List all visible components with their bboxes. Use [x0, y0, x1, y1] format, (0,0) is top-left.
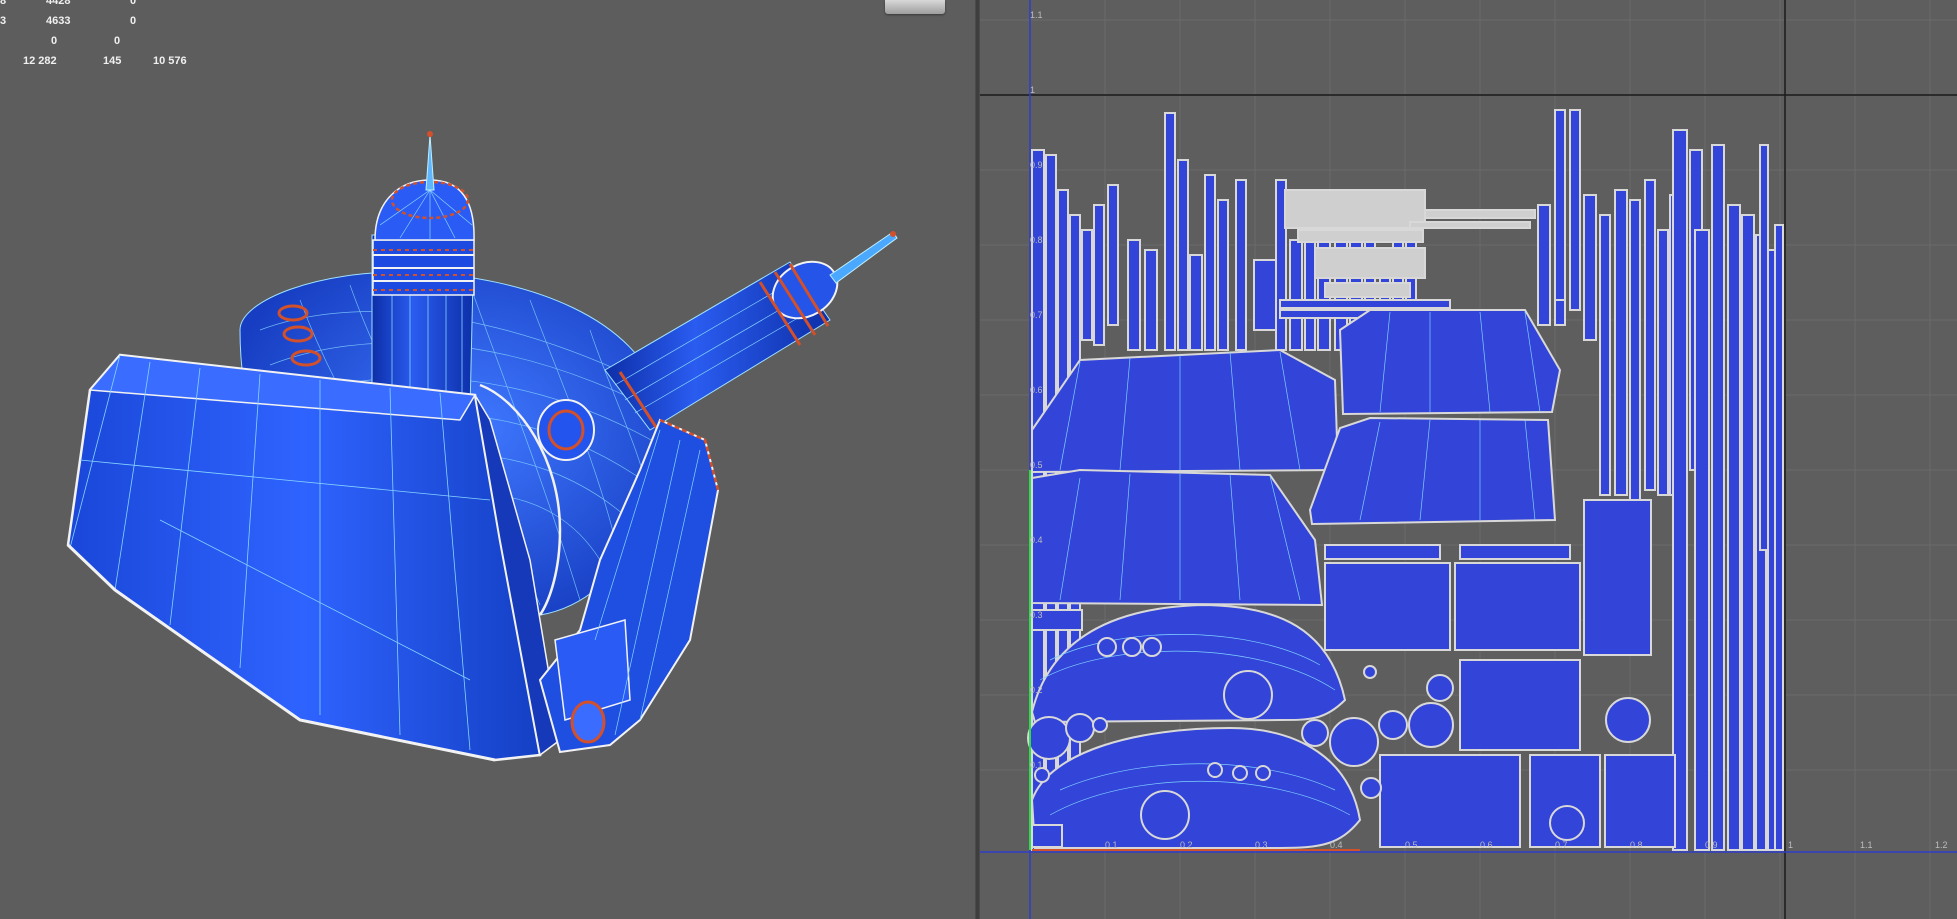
u-tick-1: 1: [1788, 840, 1794, 850]
u-tick-0.4: 0.4: [1330, 840, 1343, 850]
v-tick-0.7: 0.7: [1030, 310, 1043, 320]
maya-workspace: 8 4428 0 3 4633 0 0 0 12 282 145 10 576: [0, 0, 1957, 919]
u-tick-1.2: 1.2: [1935, 840, 1948, 850]
uv-editor-panel[interactable]: 1.1 1 0.9 0.8 0.7 0.6 0.5 0.4 0.3 0.2 0.…: [980, 0, 1957, 919]
v-tick-1: 1: [1030, 85, 1036, 95]
u-tick-0.7: 0.7: [1555, 840, 1568, 850]
perspective-viewport[interactable]: 8 4428 0 3 4633 0 0 0 12 282 145 10 576: [0, 0, 975, 919]
u-tick-1.1: 1.1: [1860, 840, 1873, 850]
uv-shells: [1030, 109, 1784, 851]
u-tick-0.9: 0.9: [1705, 840, 1718, 850]
u-tick-0.5: 0.5: [1405, 840, 1418, 850]
u-tick-0.8: 0.8: [1630, 840, 1643, 850]
front-shield: [66, 353, 561, 762]
v-tick-0.1: 0.1: [1030, 760, 1043, 770]
uv-editor-canvas[interactable]: [980, 0, 1957, 919]
u-tick-0.6: 0.6: [1480, 840, 1493, 850]
v-tick-0.6: 0.6: [1030, 385, 1043, 395]
v-tick-1.1: 1.1: [1030, 10, 1043, 20]
u-tick-0.3: 0.3: [1255, 840, 1268, 850]
v-tick-0.9: 0.9: [1030, 160, 1043, 170]
v-tick-0.4: 0.4: [1030, 535, 1043, 545]
v-tick-0.5: 0.5: [1030, 460, 1043, 470]
side-cannon: [604, 231, 898, 431]
v-tick-0.2: 0.2: [1030, 685, 1043, 695]
u-tick-0.1: 0.1: [1105, 840, 1118, 850]
v-tick-0.8: 0.8: [1030, 235, 1043, 245]
v-tick-0.3: 0.3: [1030, 610, 1043, 620]
dome-port: [537, 399, 595, 461]
mesh-model[interactable]: [0, 0, 975, 919]
u-tick-0.2: 0.2: [1180, 840, 1193, 850]
